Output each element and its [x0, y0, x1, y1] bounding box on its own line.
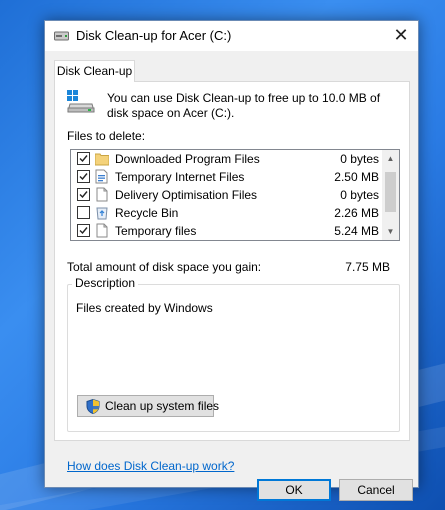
- cancel-button[interactable]: Cancel: [339, 479, 413, 501]
- item-name: Downloaded Program Files: [115, 152, 260, 166]
- disk-cleanup-app-icon: [54, 31, 69, 41]
- drive-icon: [67, 90, 95, 113]
- item-size: 2.50 MB: [334, 170, 379, 184]
- checkmark-icon: [79, 173, 88, 181]
- title-bar[interactable]: Disk Clean-up for Acer (C:) ✕: [45, 21, 418, 51]
- item-checkbox[interactable]: [77, 152, 90, 165]
- gain-value: 7.75 MB: [345, 260, 390, 274]
- close-button[interactable]: ✕: [384, 21, 418, 51]
- disk-cleanup-window: Disk Clean-up for Acer (C:) ✕ Disk Clean…: [44, 20, 419, 501]
- scroll-thumb[interactable]: [385, 172, 396, 212]
- dialog-client-area: Disk Clean-up You can use Disk Clean-up …: [45, 51, 418, 501]
- tab-disk-cleanup[interactable]: Disk Clean-up: [54, 60, 135, 82]
- item-name: Delivery Optimisation Files: [115, 188, 258, 202]
- window-title: Disk Clean-up for Acer (C:): [76, 28, 232, 43]
- list-item[interactable]: Recycle Bin 2.26 MB: [71, 204, 383, 222]
- clean-up-system-files-button[interactable]: Clean up system files: [77, 395, 219, 417]
- uac-shield-icon: [86, 399, 100, 414]
- checkmark-icon: [79, 227, 88, 235]
- checkmark-icon: [79, 191, 88, 199]
- scroll-down-arrow-icon[interactable]: ▼: [382, 223, 399, 240]
- files-list[interactable]: Downloaded Program Files 0 bytes Tempora…: [70, 149, 400, 241]
- list-item[interactable]: Downloaded Program Files 0 bytes: [71, 150, 383, 168]
- item-size: 0 bytes: [340, 152, 379, 166]
- item-checkbox[interactable]: [77, 206, 90, 219]
- item-size: 2.26 MB: [334, 206, 379, 220]
- list-item[interactable]: Temporary files 5.24 MB: [71, 222, 383, 240]
- ok-button[interactable]: OK: [257, 479, 331, 501]
- list-scrollbar[interactable]: ▲ ▼: [382, 150, 399, 240]
- item-checkbox[interactable]: [77, 224, 90, 237]
- checkmark-icon: [79, 155, 88, 163]
- list-item[interactable]: Delivery Optimisation Files 0 bytes: [71, 186, 383, 204]
- list-item[interactable]: Temporary Internet Files 2.50 MB: [71, 168, 383, 186]
- intro-text: You can use Disk Clean-up to free up to …: [107, 91, 381, 120]
- item-size: 5.24 MB: [334, 224, 379, 238]
- item-name: Recycle Bin: [115, 206, 179, 220]
- dialog-footer: OK Cancel: [45, 471, 418, 510]
- tab-panel: You can use Disk Clean-up to free up to …: [54, 81, 410, 441]
- item-name: Temporary files: [115, 224, 197, 238]
- description-legend: Description: [72, 276, 139, 290]
- item-checkbox[interactable]: [77, 188, 90, 201]
- item-checkbox[interactable]: [77, 170, 90, 183]
- item-size: 0 bytes: [340, 188, 379, 202]
- description-group: Description Files created by Windows Cle…: [67, 276, 400, 432]
- file-icon: [96, 187, 108, 202]
- gain-label: Total amount of disk space you gain:: [67, 260, 262, 274]
- close-icon: ✕: [393, 25, 409, 45]
- scroll-up-arrow-icon[interactable]: ▲: [382, 150, 399, 167]
- recycle-bin-icon: [96, 207, 108, 220]
- files-to-delete-label: Files to delete:: [67, 129, 146, 143]
- description-text: Files created by Windows: [76, 301, 213, 315]
- internet-files-icon: [95, 169, 108, 184]
- clean-up-system-files-label: Clean up system files: [105, 399, 220, 413]
- item-name: Temporary Internet Files: [115, 170, 245, 184]
- folder-icon: [95, 153, 109, 166]
- file-icon: [96, 223, 108, 238]
